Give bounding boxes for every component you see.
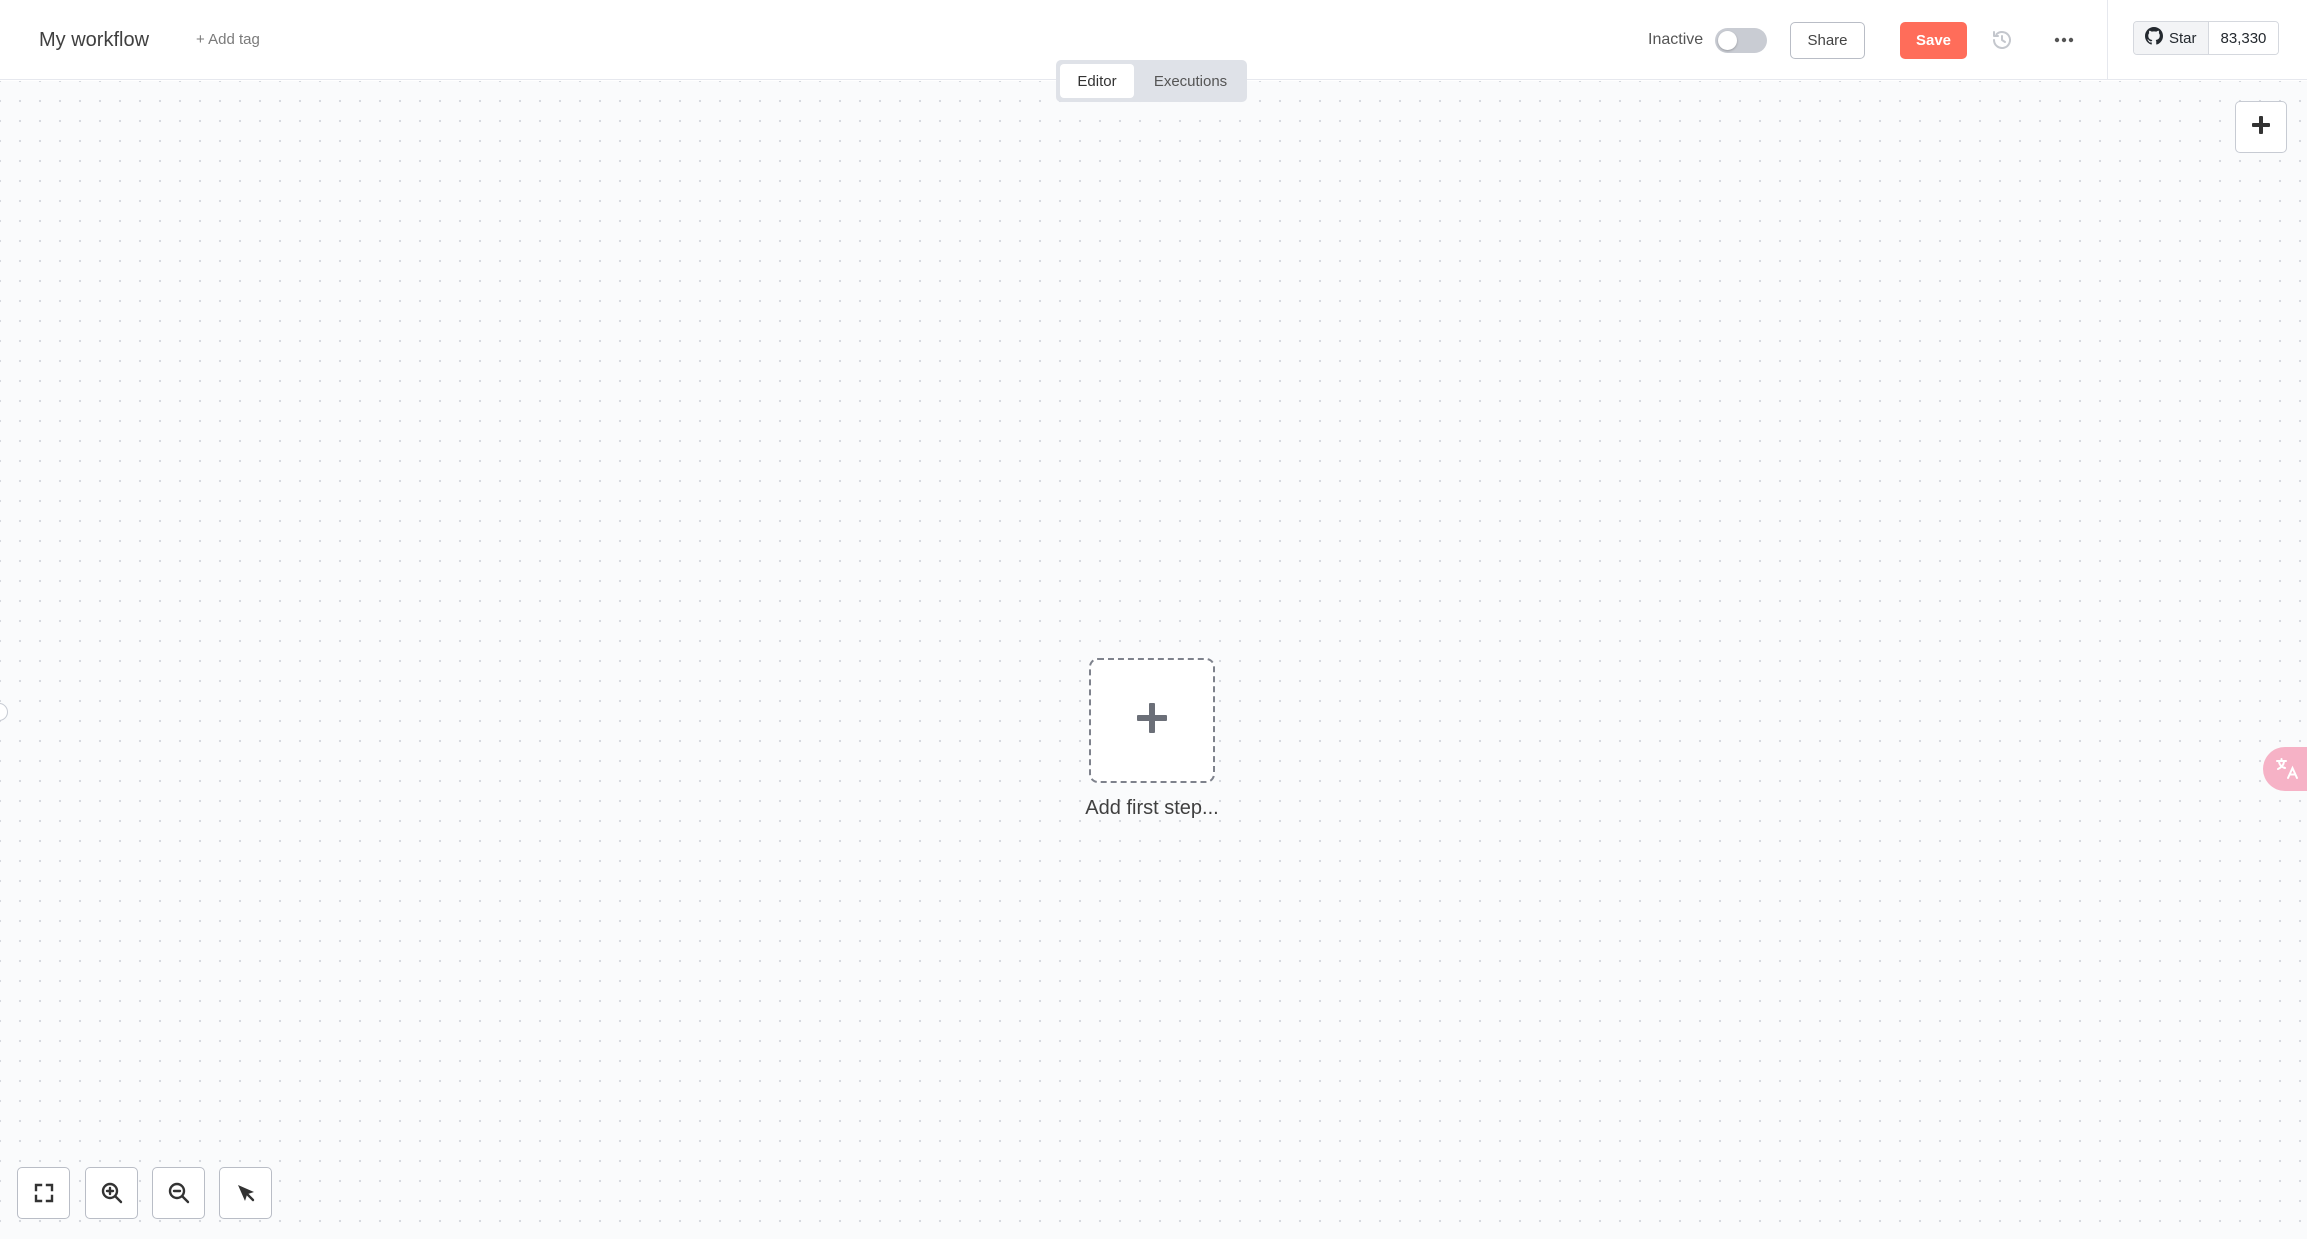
fit-view-icon [33,1182,55,1204]
open-nodes-panel-button[interactable] [2235,101,2287,153]
workflow-canvas[interactable]: Add first step... [0,81,2307,1239]
zoom-in-icon [100,1181,124,1205]
workflow-name[interactable]: My workflow [39,24,149,56]
fit-view-button[interactable] [17,1167,70,1219]
n8n-workflow-editor: My workflow + Add tag Inactive Share Sav… [0,0,2307,1239]
plus-icon [1134,700,1170,741]
history-icon[interactable] [1990,28,2014,52]
header-divider [2107,0,2108,80]
tab-executions[interactable]: Executions [1138,64,1243,98]
add-tag-button[interactable]: + Add tag [196,28,260,52]
translate-icon[interactable] [2263,747,2307,791]
github-star-label: Star [2169,29,2197,47]
canvas-edge-handle[interactable] [0,703,8,721]
tidy-up-button[interactable] [219,1167,272,1219]
toggle-knob [1718,31,1737,50]
active-status-label: Inactive [1648,31,1704,48]
plus-icon [2250,114,2272,141]
share-button[interactable]: Share [1790,22,1865,59]
github-icon [2145,27,2163,49]
tab-editor[interactable]: Editor [1060,64,1134,98]
github-star-count[interactable]: 83,330 [2208,22,2279,54]
github-star-group: Star 83,330 [2133,21,2280,55]
view-tabs: Editor Executions [1056,60,1247,102]
add-first-step-button[interactable] [1089,658,1215,783]
active-toggle[interactable] [1715,28,1767,53]
more-horizontal-icon[interactable] [2052,28,2076,52]
pointer-icon [234,1181,258,1205]
github-star-button[interactable]: Star [2134,22,2209,54]
zoom-out-icon [167,1181,191,1205]
save-button[interactable]: Save [1900,22,1967,59]
zoom-in-button[interactable] [85,1167,138,1219]
add-first-step-label: Add first step... [1085,797,1219,819]
zoom-out-button[interactable] [152,1167,205,1219]
